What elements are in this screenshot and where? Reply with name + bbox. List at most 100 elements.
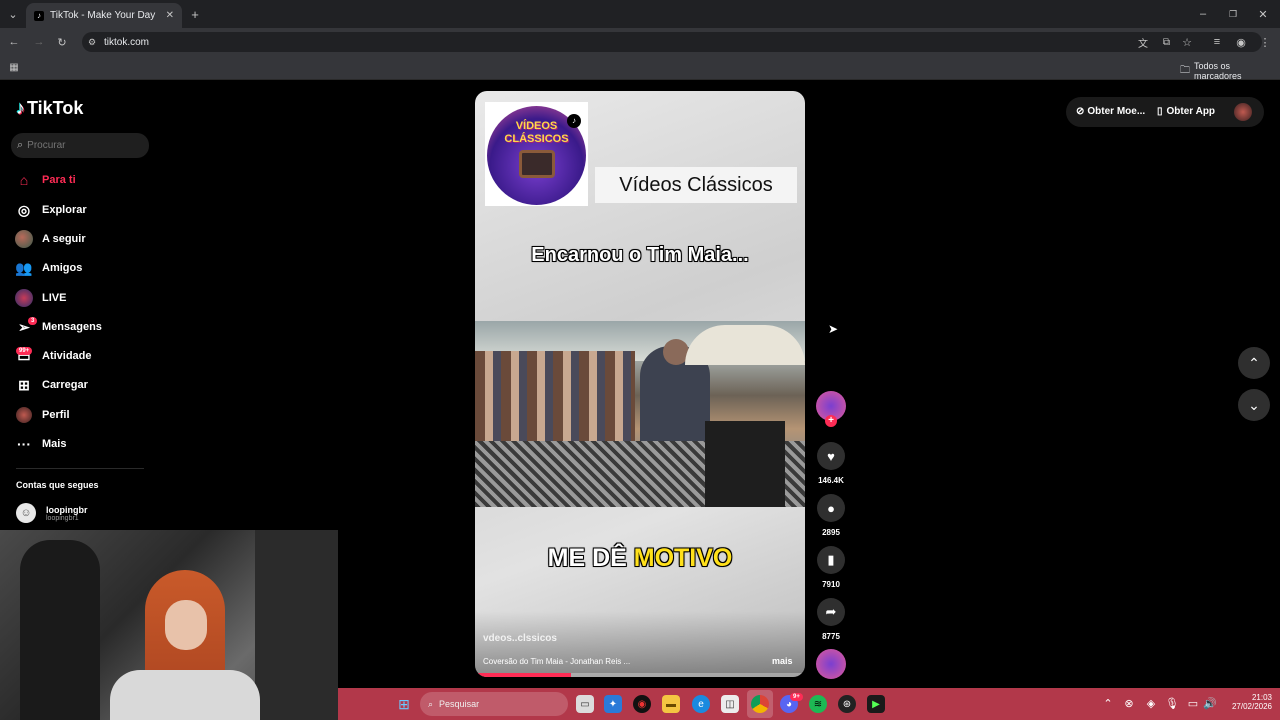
get-app-label: Obter App	[1166, 106, 1216, 117]
sidebar-item-explore[interactable]: ◎ Explorar	[14, 198, 87, 222]
account-handle: loopingbr1	[46, 514, 79, 522]
sound-equipment	[705, 421, 785, 507]
profile-icon	[14, 405, 34, 425]
restore-icon[interactable]: ❐	[1226, 7, 1240, 21]
video-author[interactable]: vdeos..clssicos	[483, 633, 557, 644]
steam-icon[interactable]: ⊛	[838, 695, 856, 713]
edge-icon[interactable]: e	[692, 695, 710, 713]
close-tab-icon[interactable]: ✕	[166, 10, 174, 21]
translate-icon[interactable]: 文	[1138, 35, 1148, 50]
following-account[interactable]: ☺ loopingbr loopingbr1	[16, 503, 88, 523]
site-info-icon[interactable]: ⚙	[88, 37, 96, 48]
phone-icon: ▯	[1157, 106, 1163, 117]
close-window-icon[interactable]: ✕	[1256, 7, 1270, 21]
bookmark-star-icon[interactable]: ☆	[1182, 36, 1192, 49]
forward-icon[interactable]: →	[32, 35, 46, 49]
file-explorer-icon[interactable]: ▬	[662, 695, 680, 713]
get-coins-button[interactable]: ⊘ Obter Moe...	[1076, 106, 1145, 117]
sidebar-item-more[interactable]: ··· Mais	[14, 432, 66, 456]
video-description: Coversão do Tim Maia - Jonathan Reis ...	[483, 657, 631, 666]
like-button[interactable]: ♥	[817, 442, 845, 470]
obs-icon[interactable]: ◉	[633, 695, 651, 713]
task-view-icon[interactable]: ▭	[576, 695, 594, 713]
menu-icon[interactable]: ⋮	[1258, 35, 1272, 49]
sidebar-item-label: Mais	[42, 438, 67, 450]
taskbar-search[interactable]: ⌕ Pesquisar	[420, 692, 568, 716]
user-avatar[interactable]	[1234, 103, 1252, 121]
search-box[interactable]: ⌕	[11, 133, 149, 158]
profile-icon[interactable]: ◉	[1234, 35, 1248, 49]
address-bar[interactable]: ⚙ tiktok.com 文 ⧉ ☆	[82, 32, 1262, 52]
sidebar-item-upload[interactable]: ⊞ Carregar	[14, 373, 88, 397]
sidebar-item-label: Para ti	[42, 174, 76, 186]
sidebar-item-messages[interactable]: ➢ Mensagens	[14, 315, 102, 339]
logo-text: TikTok	[27, 98, 84, 118]
chrome-icon[interactable]	[751, 695, 769, 713]
minimize-icon[interactable]: –	[1196, 7, 1210, 21]
url-text: tiktok.com	[104, 36, 150, 48]
live-icon	[14, 288, 34, 308]
more-icon: ···	[17, 436, 31, 452]
sidebar-item-profile[interactable]: Perfil	[14, 403, 70, 427]
widgets-icon[interactable]: ✦	[604, 695, 622, 713]
share-icon: ➦	[825, 604, 837, 619]
app-icon[interactable]: ▶	[867, 695, 885, 713]
search-icon: ⌕	[428, 698, 434, 709]
volume-icon[interactable]: 🔊	[1203, 697, 1217, 710]
more-link[interactable]: mais	[772, 656, 793, 666]
umbrella	[685, 325, 805, 365]
reload-icon[interactable]: ↻	[55, 35, 69, 49]
tray-app-icon[interactable]: ⊗	[1122, 697, 1136, 710]
video-frame-image	[475, 321, 805, 507]
video-player[interactable]: VÍDEOS CLÁSSICOS ♪ Vídeos Clássicos Enca…	[475, 91, 805, 677]
media-control-icon[interactable]: ≡	[1210, 35, 1224, 49]
share-button[interactable]: ➦	[817, 598, 845, 626]
progress-fill	[475, 673, 571, 677]
save-button[interactable]: ▮	[817, 546, 845, 574]
browser-tab[interactable]: ♪ TikTok - Make Your Day ✕	[26, 3, 182, 28]
tv-icon	[519, 150, 555, 178]
bookmarks-bar	[0, 55, 1280, 80]
saves-count: 7910	[822, 580, 840, 589]
sidebar-item-following[interactable]: A seguir	[14, 227, 86, 251]
caption-bottom: ME DÊ MOTIVO	[475, 544, 805, 573]
windows-start-icon[interactable]: ⊞	[395, 695, 413, 713]
previous-video-button[interactable]: ⌃	[1238, 347, 1270, 379]
comment-button[interactable]: ●	[817, 494, 845, 522]
tray-expand-icon[interactable]: ⌃	[1102, 697, 1114, 710]
new-tab-icon[interactable]: +	[188, 7, 202, 22]
tray-app2-icon[interactable]: ◈	[1144, 697, 1158, 710]
get-app-button[interactable]: ▯ Obter App	[1157, 106, 1215, 117]
search-input[interactable]	[27, 140, 138, 151]
store-icon[interactable]: ◫	[721, 695, 739, 713]
next-video-button[interactable]: ⌄	[1238, 389, 1270, 421]
caption-bottom-yellow: MOTIVO	[633, 544, 733, 572]
logo-text-2: CLÁSSICOS	[504, 133, 569, 145]
tiktok-logo[interactable]: ♪ TikTok	[16, 98, 83, 119]
apps-grid-icon[interactable]: ▦	[7, 60, 21, 74]
sidebar-item-friends[interactable]: 👥 Amigos	[14, 256, 82, 280]
friends-icon: 👥	[15, 259, 33, 276]
comments-count: 2895	[822, 528, 840, 537]
caption-top: Encarnou o Tim Maia...	[531, 244, 749, 266]
bookmark-icon: ▮	[827, 552, 835, 567]
progress-track[interactable]	[475, 673, 805, 677]
tab-search-chevron-icon[interactable]: ⌄	[6, 7, 20, 21]
follow-plus-icon[interactable]: +	[825, 415, 837, 427]
back-icon[interactable]: ←	[7, 35, 21, 49]
spotify-icon[interactable]: ≋	[809, 695, 827, 713]
install-icon[interactable]: ⧉	[1163, 37, 1170, 48]
streamer-face	[165, 600, 207, 650]
microphone-icon[interactable]: 🎙	[1165, 697, 1179, 710]
sidebar-item-live[interactable]: LIVE	[14, 286, 66, 310]
clock[interactable]: 21:03 27/02/2026	[1222, 693, 1272, 711]
network-icon[interactable]: ▭	[1186, 697, 1200, 710]
folder-icon: 🗀	[1180, 64, 1190, 76]
sound-disc-icon[interactable]	[816, 649, 846, 679]
likes-count: 146.4K	[818, 476, 844, 485]
all-bookmarks[interactable]: 🗀 Todos os marcadores	[1180, 61, 1280, 81]
comment-icon: ●	[827, 500, 835, 516]
sidebar-item-for-you[interactable]: ⌂ Para ti	[14, 168, 76, 192]
activity-badge: 99+	[16, 347, 33, 355]
sidebar-item-label: A seguir	[42, 233, 86, 245]
